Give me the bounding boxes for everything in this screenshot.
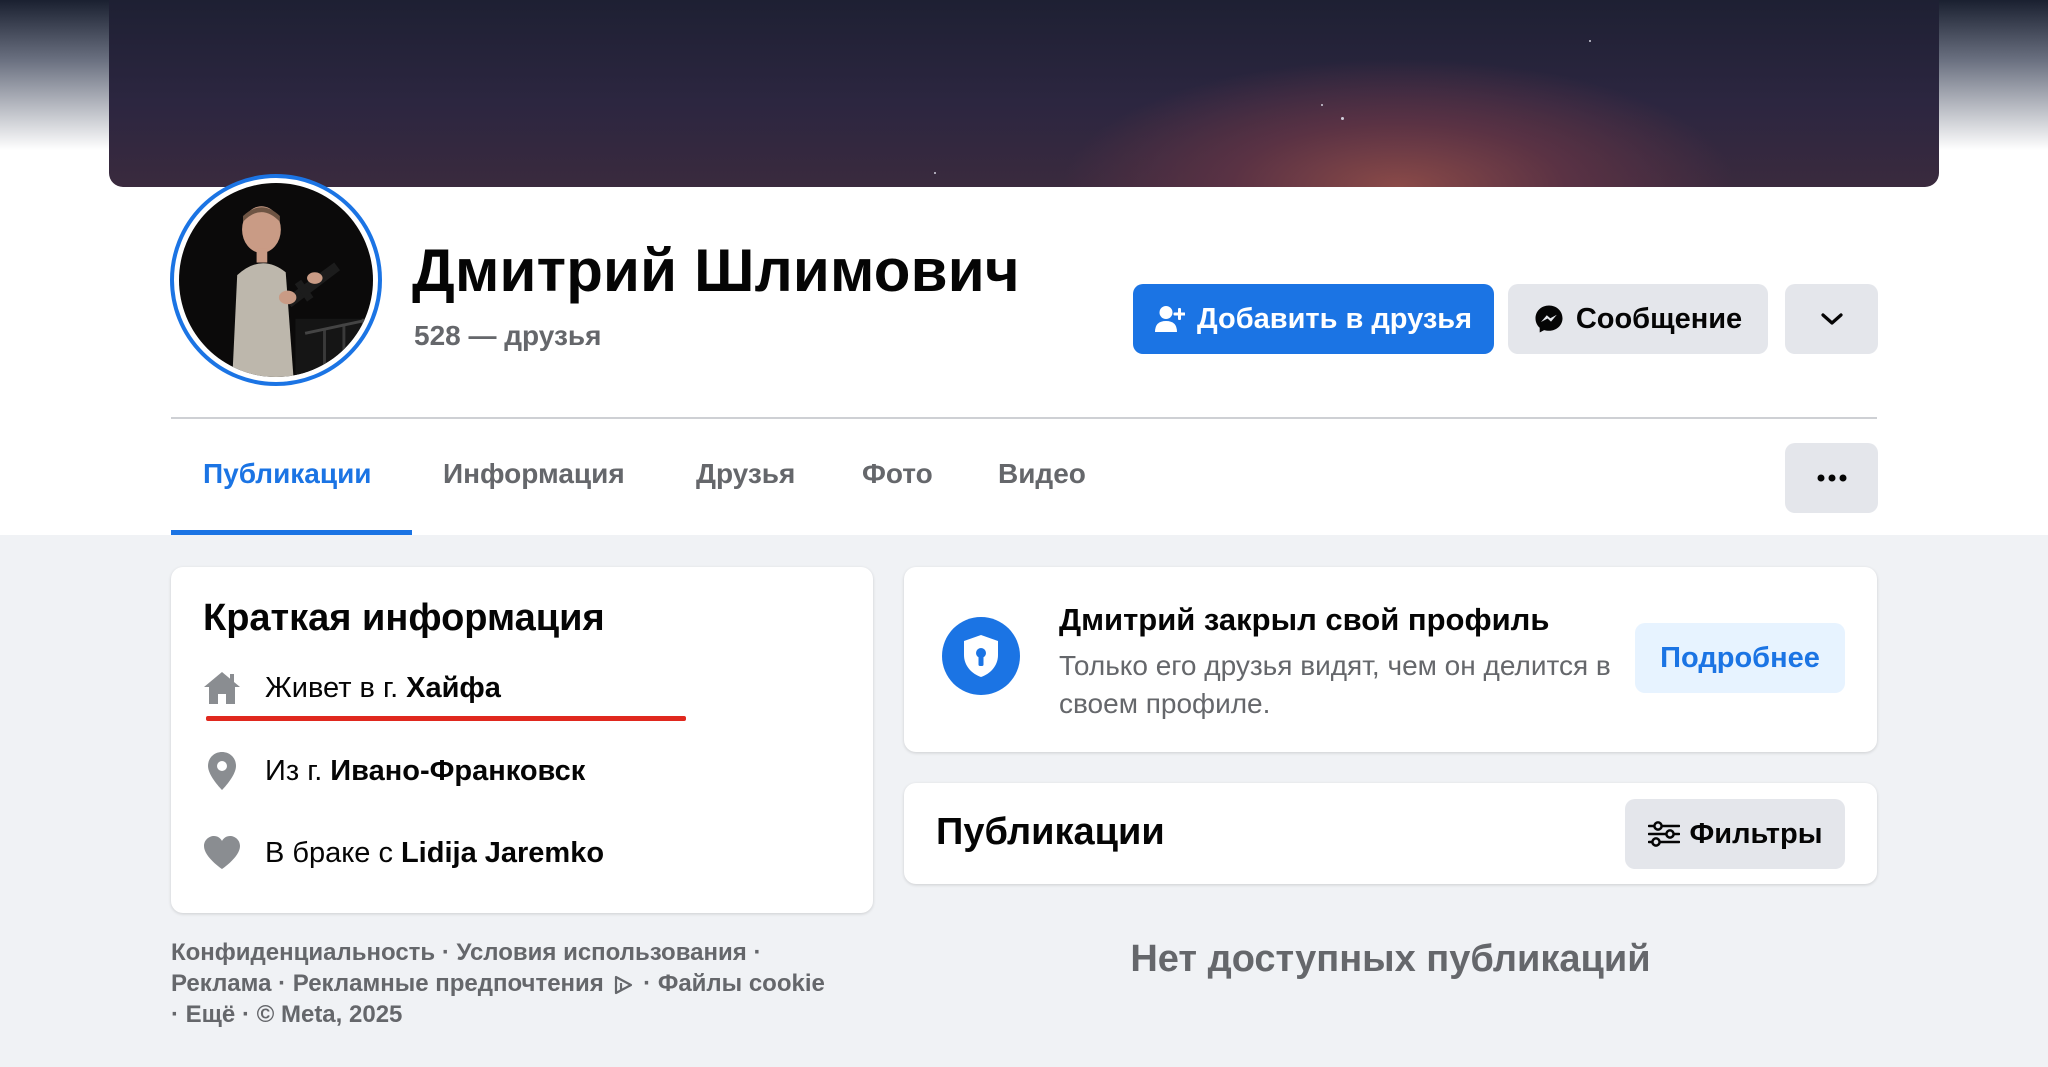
- footer-link-terms[interactable]: Условия использования: [457, 939, 747, 966]
- tab-friends[interactable]: Друзья: [696, 458, 795, 490]
- intro-item-value[interactable]: Ивано-Франковск: [330, 755, 585, 788]
- footer-link-more[interactable]: Ещё: [186, 1001, 236, 1028]
- posts-title: Публикации: [936, 811, 1165, 853]
- home-icon: [201, 667, 243, 709]
- profile-options-button[interactable]: [1785, 284, 1878, 354]
- cover-photo[interactable]: [109, 0, 1939, 187]
- ad-choices-icon[interactable]: [612, 974, 634, 996]
- intro-item-prefix: Живет в г.: [265, 671, 399, 704]
- tab-videos[interactable]: Видео: [998, 458, 1086, 490]
- tab-photos[interactable]: Фото: [862, 458, 933, 490]
- footer-separator: ·: [441, 939, 450, 966]
- intro-item-prefix: Из г.: [265, 754, 323, 787]
- add-friend-label: Добавить в друзья: [1196, 302, 1473, 335]
- footer-link-privacy[interactable]: Конфиденциальность: [171, 939, 435, 966]
- locked-profile-card: Дмитрий закрыл свой профиль Только его д…: [904, 567, 1877, 752]
- profile-name: Дмитрий Шлимович: [412, 237, 1020, 304]
- avatar-photo: [179, 183, 373, 377]
- footer-copyright: © Meta, 2025: [256, 1001, 403, 1028]
- locked-profile-title: Дмитрий закрыл свой профиль: [1059, 602, 1550, 637]
- footer-separator: ·: [278, 970, 287, 997]
- filters-label: Фильтры: [1689, 817, 1823, 850]
- highlight-underline: [206, 716, 686, 721]
- more-dots-icon: [1817, 474, 1846, 482]
- messenger-icon: [1535, 305, 1563, 333]
- tab-information[interactable]: Информация: [443, 458, 625, 490]
- heart-icon: [201, 832, 243, 874]
- tabs-more-button[interactable]: [1785, 443, 1878, 513]
- learn-more-button[interactable]: Подробнее: [1635, 623, 1845, 693]
- add-friend-button[interactable]: Добавить в друзья: [1133, 284, 1494, 354]
- filters-icon: [1647, 821, 1680, 847]
- intro-item-lives-in: Живет в г. Хайфа: [201, 667, 501, 709]
- add-friend-icon: [1154, 306, 1185, 332]
- footer-separator: ·: [171, 1001, 179, 1028]
- intro-item-value[interactable]: Lidija Jaremko: [401, 837, 604, 870]
- no-posts-message: Нет доступных публикаций: [1130, 938, 1651, 980]
- footer-separator: ·: [643, 970, 652, 997]
- location-pin-icon: [201, 750, 243, 792]
- footer-link-ad-choices[interactable]: Рекламные предпочтения: [293, 970, 604, 997]
- intro-item-married: В браке с Lidija Jaremko: [201, 832, 604, 874]
- tab-publications[interactable]: Публикации: [203, 458, 372, 490]
- footer-link-cookies[interactable]: Файлы cookie: [658, 970, 825, 997]
- chevron-down-icon: [1820, 313, 1843, 325]
- footer-separator: ·: [241, 1001, 250, 1028]
- posts-card: Публикации Фильтры: [904, 783, 1877, 884]
- footer-separator: ·: [753, 939, 762, 966]
- intro-title: Краткая информация: [203, 597, 605, 639]
- profile-avatar[interactable]: [170, 174, 382, 386]
- intro-item-value[interactable]: Хайфа: [406, 672, 501, 705]
- locked-profile-text: Только его друзья видят, чем он делится …: [1059, 650, 1611, 719]
- intro-card: Краткая информация Живет в г. Хайфа Из г…: [171, 567, 873, 913]
- filters-button[interactable]: Фильтры: [1625, 799, 1845, 869]
- friends-count[interactable]: 528 — друзья: [414, 320, 601, 352]
- intro-item-prefix: В браке с: [265, 836, 393, 869]
- footer-link-ads[interactable]: Реклама: [171, 970, 271, 997]
- header-divider: [171, 417, 1877, 419]
- intro-item-from: Из г. Ивано-Франковск: [201, 750, 585, 792]
- message-label: Сообщение: [1575, 302, 1743, 335]
- message-button[interactable]: Сообщение: [1508, 284, 1768, 354]
- shield-lock-icon: [942, 617, 1020, 695]
- active-tab-indicator: [171, 530, 412, 535]
- footer-links: Конфиденциальность · Условия использован…: [171, 937, 891, 1030]
